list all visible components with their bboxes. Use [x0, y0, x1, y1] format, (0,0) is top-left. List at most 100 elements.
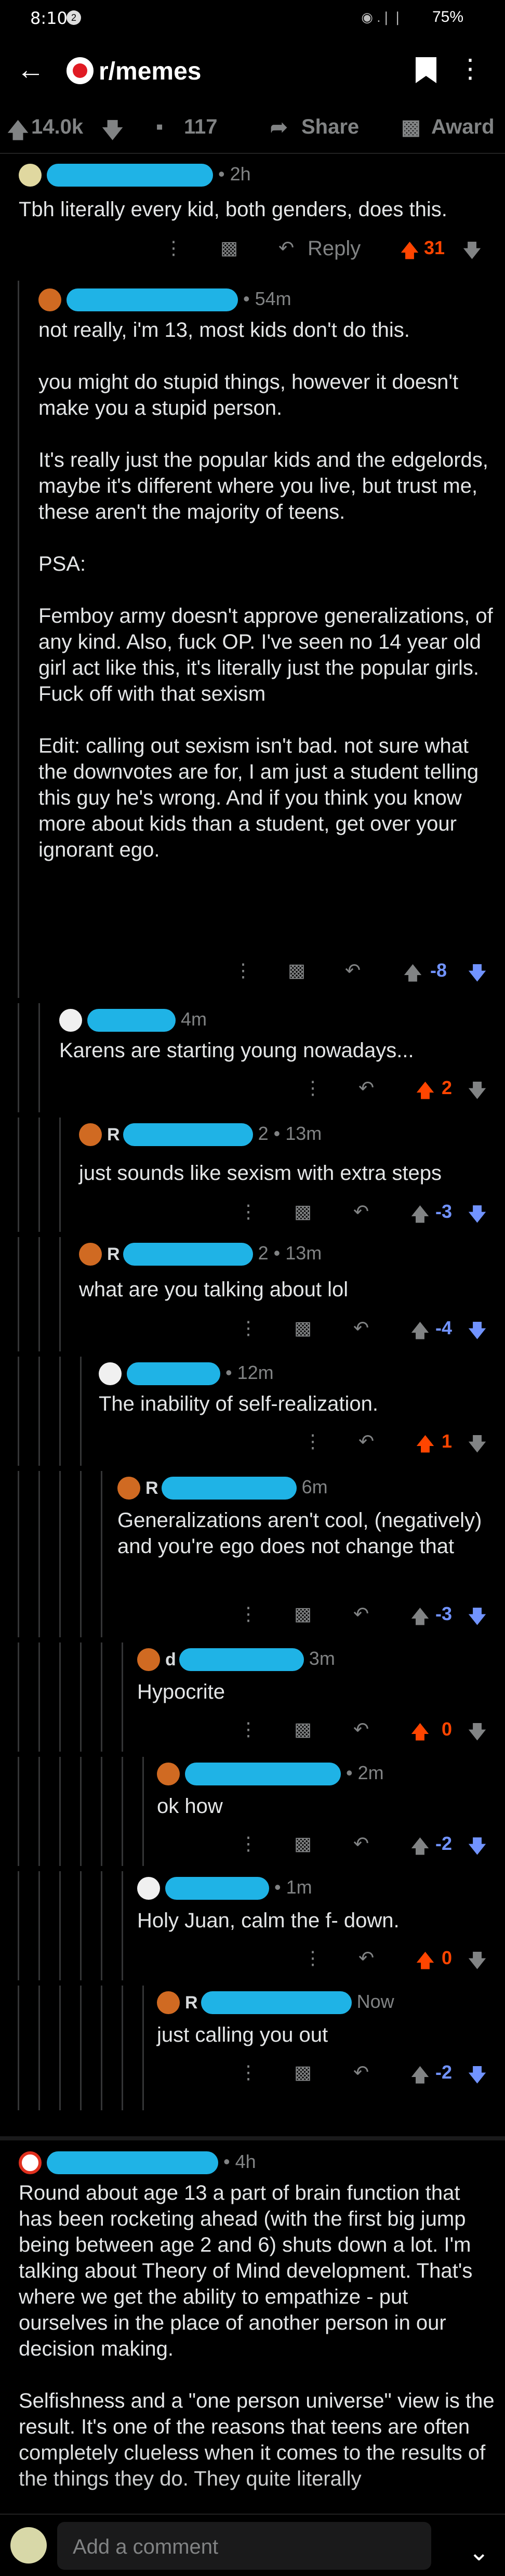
reply-button[interactable]: Reply — [308, 237, 361, 260]
upvote-icon[interactable]: 🡅 — [416, 1430, 435, 1462]
reply-icon[interactable]: ↶ — [358, 1430, 374, 1452]
vote-count: 0 — [442, 1718, 453, 1740]
upvote-icon[interactable]: 🡅 — [410, 1833, 430, 1864]
subreddit-icon[interactable] — [67, 57, 94, 84]
award-icon[interactable]: ▩ — [294, 1201, 312, 1223]
avatar[interactable] — [157, 1991, 180, 2015]
share-icon[interactable]: ➦ — [270, 115, 288, 139]
reply-icon[interactable]: ↶ — [278, 237, 294, 259]
comment-bubble-icon[interactable]: ▪ — [156, 115, 163, 139]
award-icon[interactable]: ▩ — [294, 1317, 312, 1339]
upvote-icon[interactable]: 🡅 — [400, 237, 419, 269]
reply-icon[interactable]: ↶ — [353, 1317, 369, 1339]
comment-body: Hypocrite — [137, 1680, 225, 1703]
avatar[interactable] — [137, 1648, 160, 1672]
avatar[interactable] — [19, 164, 42, 187]
reply-icon[interactable]: ↶ — [353, 1718, 369, 1740]
more-options-icon[interactable]: ⋮ — [303, 1430, 322, 1452]
user-avatar[interactable] — [10, 2527, 47, 2564]
vote-count: 31 — [424, 237, 445, 258]
comment-body: just sounds like sexism with extra steps — [79, 1162, 442, 1185]
status-bar: 8:10 2 ◉ .❘❘ 75% — [0, 0, 505, 37]
add-comment-input[interactable]: Add a comment — [57, 2522, 431, 2570]
more-options-icon[interactable]: ⋮ — [457, 53, 483, 84]
award-button[interactable]: Award — [431, 115, 495, 139]
downvote-icon[interactable]: 🡇 — [468, 1718, 487, 1750]
upvote-icon[interactable]: 🡅 — [410, 2061, 430, 2093]
award-icon[interactable]: ▩ — [294, 1833, 312, 1855]
comment-body: The inability of self-realization. — [99, 1392, 379, 1415]
downvote-icon[interactable]: 🡇 — [468, 1201, 487, 1232]
avatar[interactable] — [38, 288, 61, 312]
more-options-icon[interactable]: ⋮ — [164, 237, 183, 259]
downvote-icon[interactable]: 🡇 — [468, 1317, 487, 1349]
comment-body: Holy Juan, calm the f- down. — [137, 1909, 400, 1932]
reply-icon[interactable]: ↶ — [345, 960, 361, 981]
thread-line — [38, 1986, 40, 2110]
comment-action-bar: ⋮ ▩ ↶ 🡅 -8 🡇 — [0, 956, 505, 988]
comment-age: 2 • 13m — [258, 1123, 322, 1144]
upvote-icon[interactable]: 🡅 — [410, 1603, 430, 1635]
avatar[interactable] — [59, 1009, 82, 1032]
comment-action-bar: ⋮ ↶ 🡅 0 🡇 — [0, 1944, 505, 1975]
downvote-icon[interactable]: 🡇 — [468, 1077, 487, 1109]
award-icon[interactable]: ▩ — [294, 1603, 312, 1625]
reply-icon[interactable]: ↶ — [358, 1077, 374, 1099]
more-options-icon[interactable]: ⋮ — [239, 1833, 258, 1855]
more-options-icon[interactable]: ⋮ — [239, 2061, 258, 2083]
downvote-icon[interactable]: 🡇 — [468, 1603, 487, 1635]
chevron-down-icon[interactable]: ⌄ — [469, 2538, 489, 2567]
upvote-icon[interactable]: 🡅 — [410, 1718, 430, 1750]
avatar[interactable] — [117, 1477, 140, 1500]
upvote-icon[interactable]: 🡅 — [410, 1317, 430, 1349]
more-options-icon[interactable]: ⋮ — [303, 1947, 322, 1969]
more-options-icon[interactable]: ⋮ — [239, 1718, 258, 1740]
award-icon[interactable]: ▩ — [294, 1718, 312, 1740]
upvote-icon[interactable]: 🡅 — [410, 1201, 430, 1232]
subreddit-name[interactable]: r/memes — [99, 57, 201, 86]
reply-icon[interactable]: ↶ — [353, 1201, 369, 1223]
comment-body: Generalizations aren't cool, (negatively… — [117, 1509, 488, 1558]
post-comment-count[interactable]: 117 — [184, 115, 218, 139]
avatar[interactable] — [19, 2151, 42, 2175]
back-arrow-icon[interactable]: ← — [17, 54, 45, 85]
post-downvote-icon[interactable]: 🡇 — [102, 115, 123, 151]
more-options-icon[interactable]: ⋮ — [239, 1317, 258, 1339]
more-options-icon[interactable]: ⋮ — [303, 1077, 322, 1099]
downvote-icon[interactable]: 🡇 — [468, 1947, 487, 1979]
avatar[interactable] — [157, 1763, 180, 1786]
downvote-icon[interactable]: 🡇 — [468, 960, 487, 991]
more-options-icon[interactable]: ⋮ — [239, 1603, 258, 1625]
redacted-username — [185, 1763, 341, 1786]
reply-icon[interactable]: ↶ — [353, 1833, 369, 1855]
avatar[interactable] — [79, 1123, 102, 1147]
avatar[interactable] — [99, 1362, 122, 1386]
comment-header: R Now — [157, 1991, 394, 2015]
comment-age: • 1m — [274, 1876, 312, 1898]
award-icon[interactable]: ▩ — [220, 237, 238, 259]
vote-count: -4 — [435, 1317, 453, 1338]
upvote-icon[interactable]: 🡅 — [416, 1947, 435, 1979]
share-button[interactable]: Share — [301, 115, 359, 139]
post-upvote-icon[interactable]: 🡅 — [7, 115, 29, 151]
comment-header: • 1m — [137, 1876, 312, 1900]
upvote-icon[interactable]: 🡅 — [403, 960, 422, 991]
bookmark-icon[interactable] — [416, 57, 436, 83]
reply-icon[interactable]: ↶ — [358, 1947, 374, 1969]
avatar[interactable] — [79, 1243, 102, 1266]
more-options-icon[interactable]: ⋮ — [239, 1201, 258, 1223]
reply-icon[interactable]: ↶ — [353, 2061, 369, 2083]
reply-icon[interactable]: ↶ — [353, 1603, 369, 1625]
comment: • 12m The inability of self-realization.… — [0, 1357, 505, 1466]
upvote-icon[interactable]: 🡅 — [416, 1077, 435, 1109]
award-icon[interactable]: ▩ — [288, 960, 305, 981]
comment-age: • 12m — [225, 1362, 274, 1383]
downvote-icon[interactable]: 🡇 — [468, 2061, 487, 2093]
award-icon[interactable]: ▩ — [401, 115, 421, 139]
more-options-icon[interactable]: ⋮ — [234, 960, 253, 981]
avatar[interactable] — [137, 1877, 160, 1900]
downvote-icon[interactable]: 🡇 — [468, 1430, 487, 1462]
downvote-icon[interactable]: 🡇 — [462, 237, 482, 269]
award-icon[interactable]: ▩ — [294, 2061, 312, 2083]
downvote-icon[interactable]: 🡇 — [468, 1833, 487, 1864]
